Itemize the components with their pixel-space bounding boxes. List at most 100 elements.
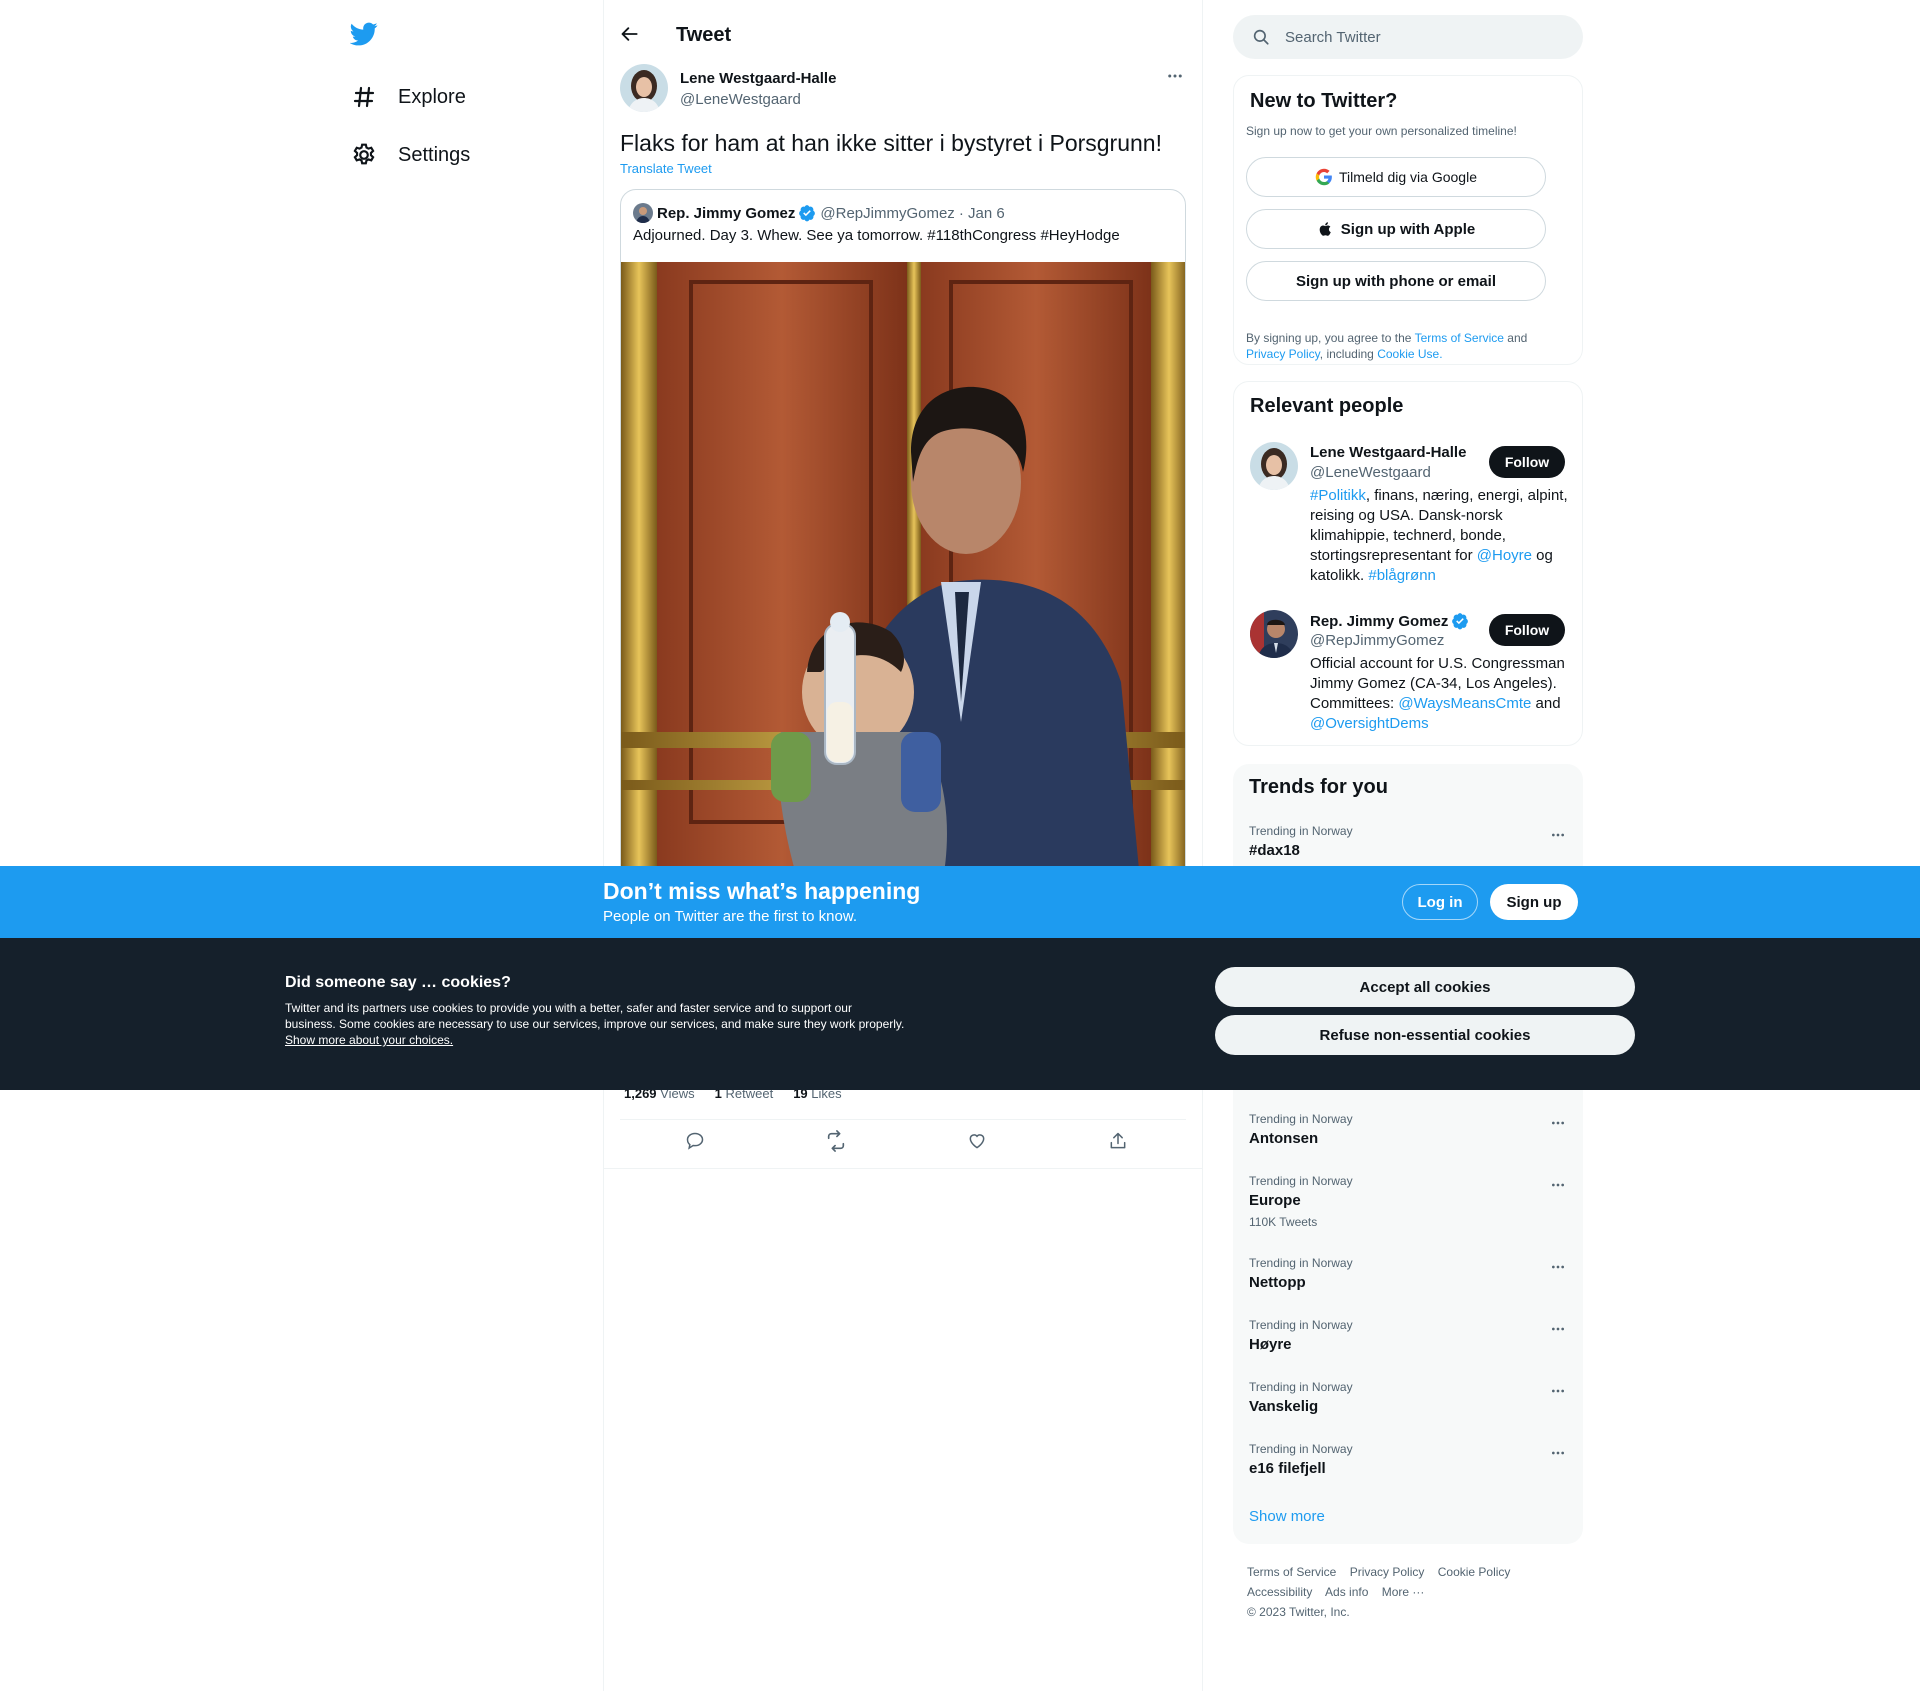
mention-link[interactable]: @WaysMeansCmte [1398,695,1531,712]
legal-prefix: By signing up, you agree to the [1246,331,1412,345]
trend-more-button[interactable] [1547,1258,1569,1280]
trend-item[interactable]: Trending in Norway e16 filefjell [1249,1442,1569,1477]
retweet-button[interactable] [823,1129,849,1156]
arrow-left-icon [620,24,640,49]
quoted-tweet[interactable]: Rep. Jimmy Gomez @RepJimmyGomez · Jan 6 … [620,189,1186,889]
trend-name: Antonsen [1249,1130,1319,1147]
trend-item[interactable]: Trending in Norway #dax18 [1249,824,1569,859]
trend-meta: Trending in Norway [1249,1318,1353,1332]
quoted-date[interactable]: · Jan 6 [959,205,1005,222]
quoted-author-name[interactable]: Rep. Jimmy Gomez [657,205,795,222]
nav-explore[interactable]: Explore [350,77,466,117]
relevant-person[interactable]: Rep. Jimmy Gomez @RepJimmyGomez Follow O… [1250,610,1570,740]
hashtag-link[interactable]: #Politikk [1310,487,1366,504]
back-button[interactable] [616,22,644,50]
trend-more-button[interactable] [1547,1320,1569,1342]
login-button[interactable]: Log in [1402,884,1478,920]
footer-more-link[interactable]: More ··· [1382,1585,1425,1599]
footer-ads-link[interactable]: Ads info [1325,1585,1368,1599]
trend-more-button[interactable] [1547,1114,1569,1136]
mention-link[interactable]: @OversightDems [1310,715,1429,732]
twitter-bird-icon[interactable] [349,20,382,52]
cookie-banner: Did someone say … cookies? Twitter and i… [0,938,1920,1090]
trend-item[interactable]: Trending in Norway Nettopp [1249,1256,1569,1291]
share-button[interactable] [1105,1130,1131,1156]
trend-item[interactable]: Trending in Norway Europe 110K Tweets [1249,1174,1569,1229]
quoted-tweet-text: Adjourned. Day 3. Whew. See ya tomorrow.… [633,227,1120,244]
trend-more-button[interactable] [1547,826,1569,848]
trend-count: 110K Tweets [1249,1215,1318,1229]
search-box[interactable] [1233,15,1583,59]
cookie-banner-title: Did someone say … cookies? [285,974,511,991]
refuse-cookies-button[interactable]: Refuse non-essential cookies [1215,1015,1635,1055]
trend-name: #dax18 [1249,842,1300,859]
person-name-row[interactable]: Rep. Jimmy Gomez [1310,612,1469,630]
translate-tweet-link[interactable]: Translate Tweet [620,161,712,176]
hashtag-link[interactable]: #blågrønn [1368,567,1436,584]
apple-signup-label: Sign up with Apple [1340,220,1476,238]
person-name[interactable]: Lene Westgaard-Halle [1310,444,1466,461]
verified-badge-icon [798,204,816,222]
search-icon [1251,27,1271,47]
trend-item[interactable]: Trending in Norway Vanskelig [1249,1380,1569,1415]
reply-button[interactable] [682,1130,708,1156]
avatar[interactable] [620,64,668,112]
quoted-tweet-photo[interactable] [621,262,1185,888]
tweet-text: Flaks for ham at han ikke sitter i bysty… [620,130,1162,156]
trends-title: Trends for you [1249,776,1388,798]
follow-button[interactable]: Follow [1489,446,1565,478]
tweet-more-button[interactable] [1164,67,1186,89]
tweet-author[interactable]: Lene Westgaard-Halle @LeneWestgaard [620,64,836,112]
signup-button[interactable]: Sign up [1490,884,1578,920]
cookie-use-link[interactable]: Cookie Use. [1377,347,1442,361]
relevant-person[interactable]: Lene Westgaard-Halle @LeneWestgaard Foll… [1250,442,1570,592]
google-icon [1315,168,1333,186]
phone-email-signup-label: Sign up with phone or email [1295,272,1496,290]
author-name[interactable]: Lene Westgaard-Halle [680,70,836,87]
apple-signup-button[interactable]: Sign up with Apple [1246,209,1546,249]
bio-text: and [1531,695,1561,712]
footer-privacy-link[interactable]: Privacy Policy [1350,1565,1425,1579]
person-name: Rep. Jimmy Gomez [1310,612,1449,630]
more-dots-icon [1550,1445,1566,1466]
trend-meta: Trending in Norway [1249,1380,1353,1394]
cookie-choices-link[interactable]: Show more about your choices. [285,1033,453,1047]
trend-item[interactable]: Trending in Norway Antonsen [1249,1112,1569,1147]
relevant-people-title: Relevant people [1250,395,1404,417]
google-signup-button[interactable]: Tilmeld dig via Google [1246,157,1546,197]
trend-item[interactable]: Trending in Norway Høyre [1249,1318,1569,1353]
trend-name: Europe [1249,1192,1301,1209]
person-handle[interactable]: @LeneWestgaard [1310,464,1431,481]
trend-more-button[interactable] [1547,1176,1569,1198]
trend-more-button[interactable] [1547,1444,1569,1466]
author-handle[interactable]: @LeneWestgaard [680,91,836,108]
apple-icon [1317,220,1335,238]
nav-settings[interactable]: Settings [350,135,470,175]
mention-link[interactable]: @Hoyre [1477,547,1532,564]
footer-accessibility-link[interactable]: Accessibility [1247,1585,1312,1599]
footer-cookie-link[interactable]: Cookie Policy [1438,1565,1511,1579]
trend-more-button[interactable] [1547,1382,1569,1404]
person-handle[interactable]: @RepJimmyGomez [1310,632,1444,649]
google-signup-label: Tilmeld dig via Google [1339,169,1477,185]
avatar[interactable] [633,203,653,223]
search-input[interactable] [1285,28,1545,46]
trends-show-more-link[interactable]: Show more [1249,1508,1325,1525]
column-divider-left [603,0,604,1691]
like-button[interactable] [964,1130,990,1156]
privacy-link[interactable]: Privacy Policy [1246,347,1320,361]
accept-all-cookies-button[interactable]: Accept all cookies [1215,967,1635,1007]
share-icon [1108,1131,1128,1156]
trend-name: e16 filefjell [1249,1460,1326,1477]
footer-terms-link[interactable]: Terms of Service [1247,1565,1336,1579]
more-dots-icon [1550,1259,1566,1280]
terms-link[interactable]: Terms of Service [1415,331,1504,345]
phone-email-signup-button[interactable]: Sign up with phone or email [1246,261,1546,301]
legal-and: and [1507,331,1528,345]
quoted-author-handle[interactable]: @RepJimmyGomez [820,205,954,222]
follow-button[interactable]: Follow [1489,614,1565,646]
avatar[interactable] [1250,610,1298,658]
more-dots-icon [1550,1321,1566,1342]
avatar[interactable] [1250,442,1298,490]
more-dots-icon [1550,1115,1566,1136]
